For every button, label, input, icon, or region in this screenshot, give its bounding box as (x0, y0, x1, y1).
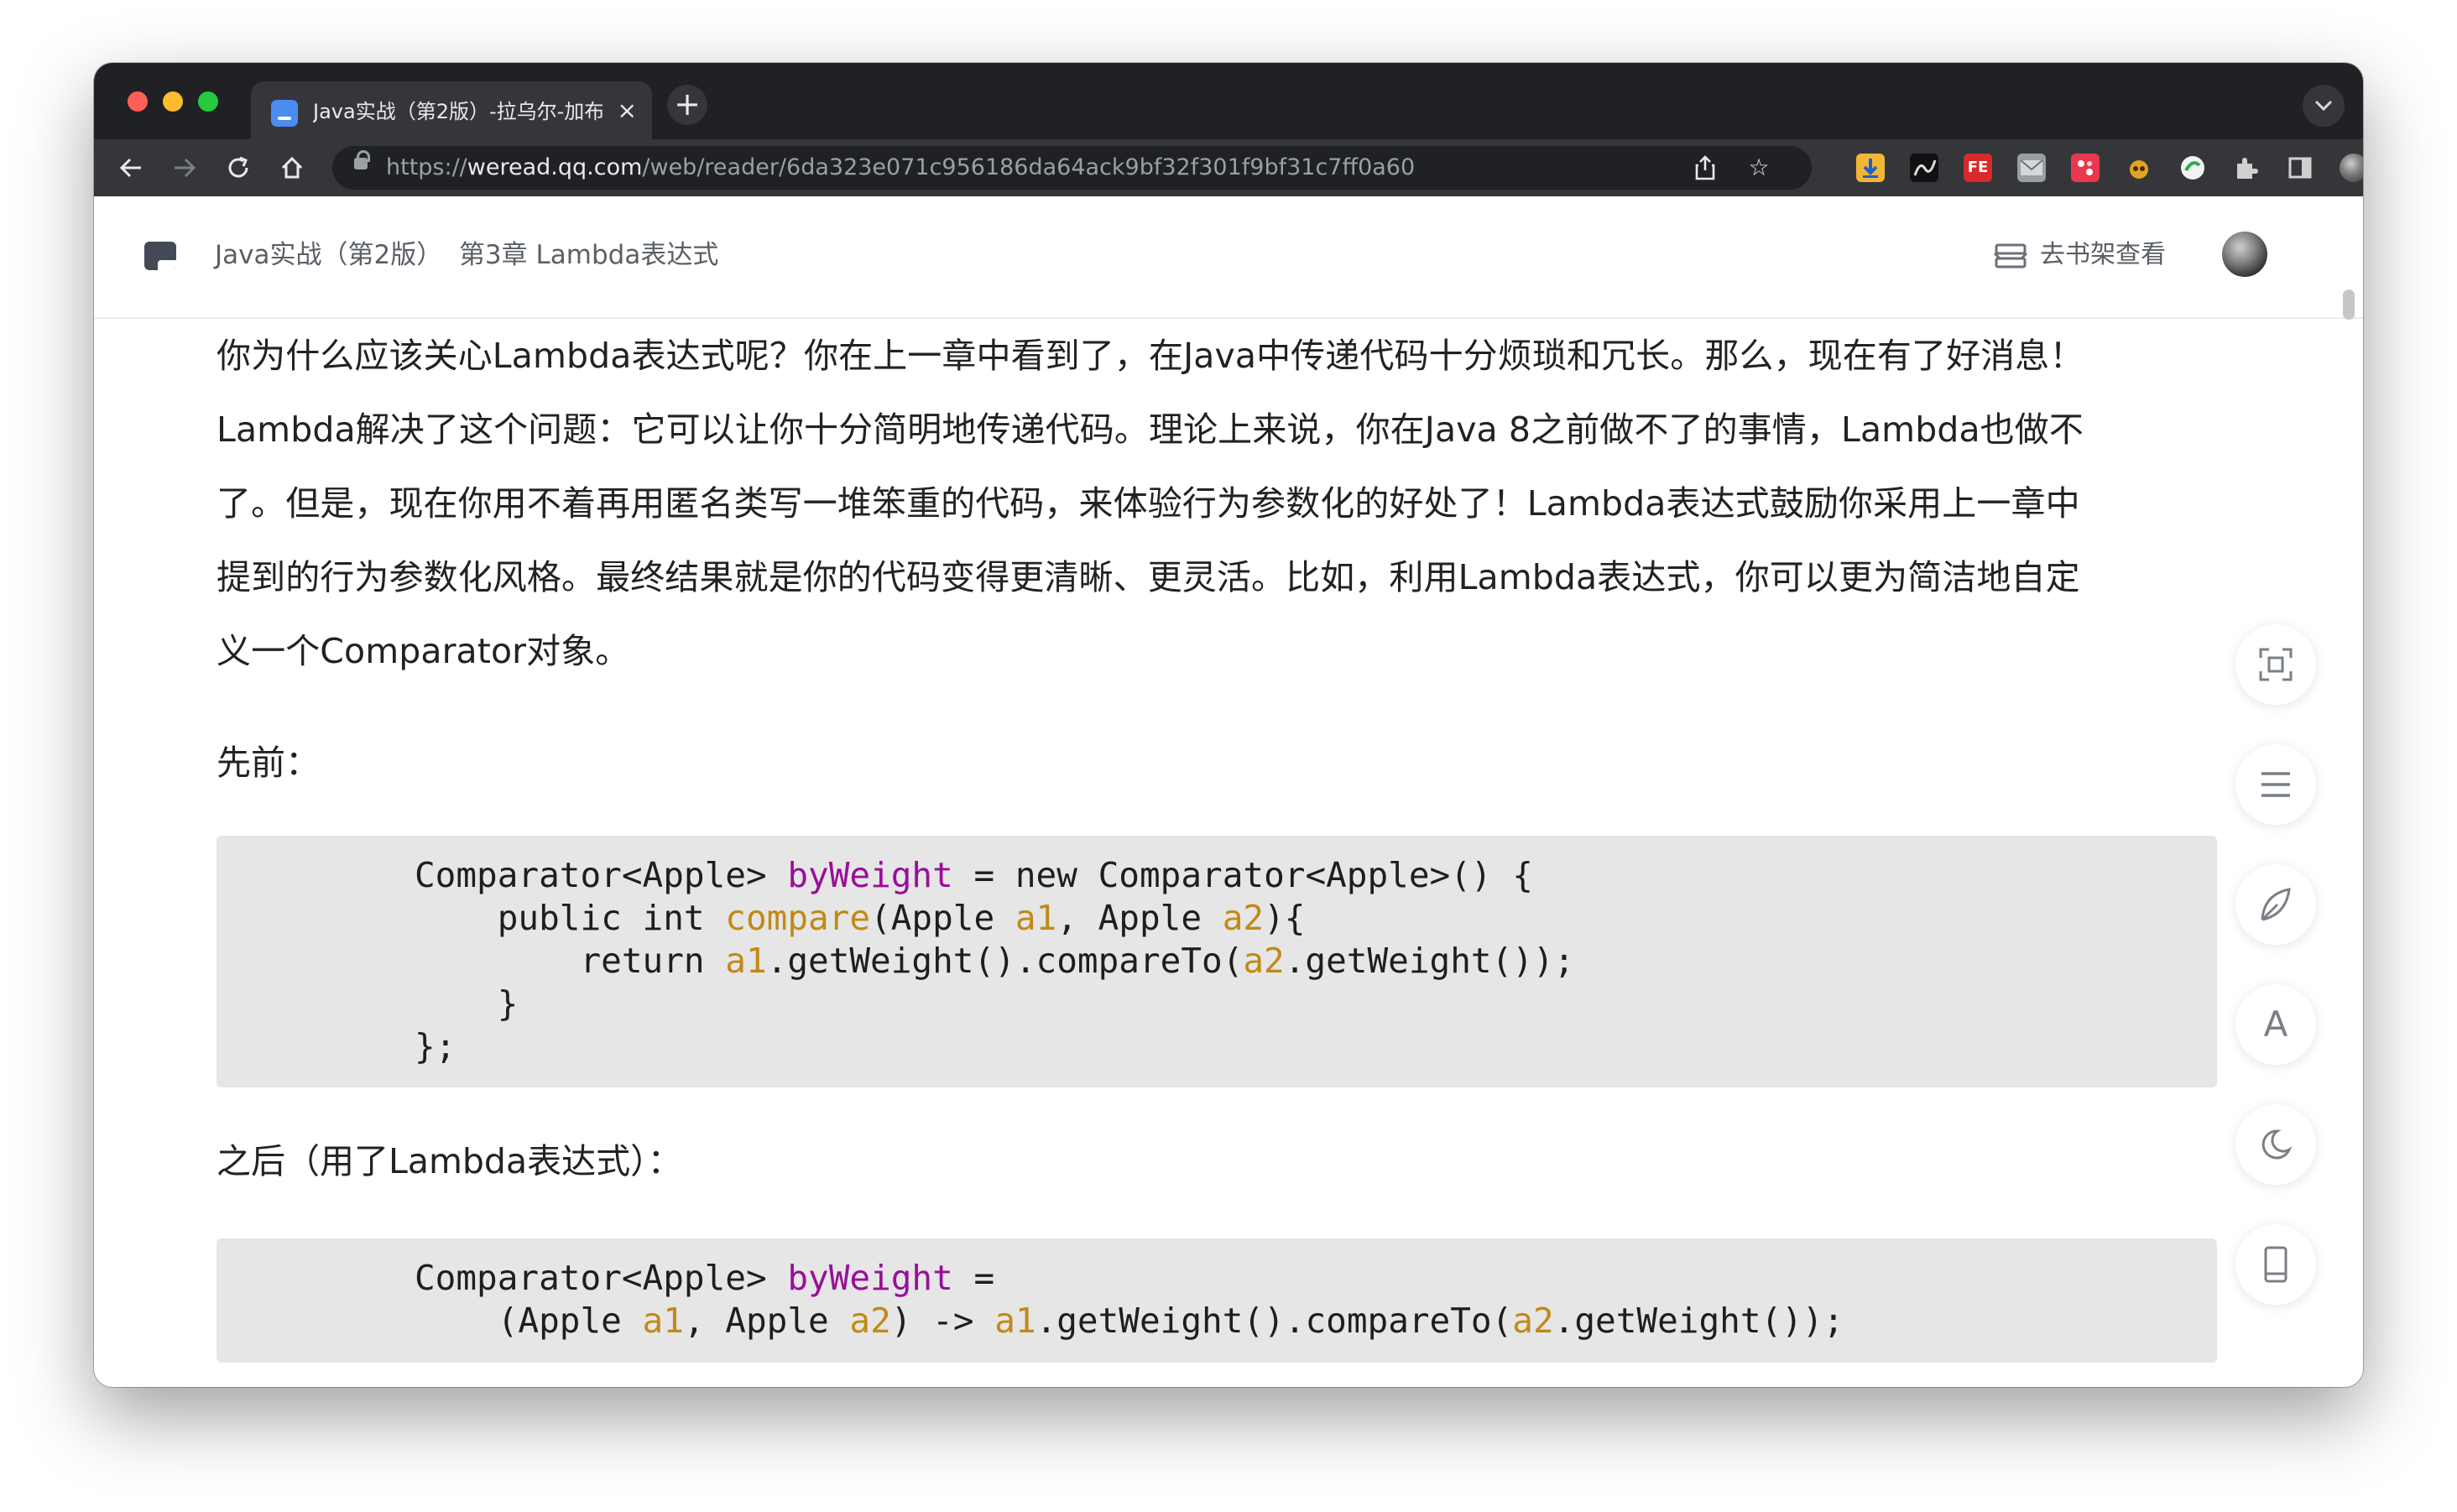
code-line: public int compare(Apple a1, Apple a2){ (415, 898, 1306, 938)
share-icon[interactable] (1690, 153, 1720, 183)
chevron-down-icon (2314, 100, 2333, 112)
sidebar-icon[interactable] (2286, 154, 2314, 182)
code-line: (Apple a1, Apple a2) -> a1.getWeight().c… (415, 1301, 1844, 1341)
table-of-contents-icon (2261, 772, 2290, 797)
close-window-button[interactable] (128, 91, 148, 112)
fullscreen-icon (2259, 648, 2293, 681)
close-tab-icon[interactable]: × (618, 96, 637, 125)
lock-icon (354, 150, 370, 169)
puzzle-icon[interactable] (2232, 154, 2261, 182)
tab-search-button[interactable] (2303, 85, 2345, 127)
mail-icon[interactable] (2017, 154, 2046, 182)
article-body: 你为什么应该关心Lambda表达式呢？你在上一章中看到了，在Java中传递代码十… (216, 319, 2217, 688)
notes-icon (2261, 888, 2291, 921)
paragraph-line: 提到的行为参数化风格。最终结果就是你的代码变得更清晰、更灵活。比如，利用Lamb… (216, 557, 2080, 597)
download-icon[interactable] (1856, 154, 1885, 182)
fe-helper-icon[interactable]: FE (1964, 154, 1992, 182)
reload-icon (228, 156, 248, 178)
book-title[interactable]: Java实战（第2版） (215, 240, 442, 270)
code-line: Comparator<Apple> byWeight = (415, 1258, 995, 1298)
code-label-after: 之后（用了Lambda表达式）： (216, 1141, 682, 1181)
phone-icon (2264, 1246, 2287, 1283)
chapter-title: 第3章 Lambda表达式 (458, 240, 719, 270)
reader-logo-icon[interactable] (144, 242, 176, 270)
bookshelf-label: 去书架查看 (2040, 240, 2166, 269)
breadcrumb: Java实战（第2版） 第3章 Lambda表达式 (215, 238, 718, 272)
red-square-extension-icon[interactable] (2071, 154, 2100, 182)
paragraph-line: Lambda解决了这个问题：它可以让你十分简明地传递代码。理论上来说，你在Jav… (216, 409, 2084, 450)
back-button[interactable] (112, 149, 149, 186)
code-label-before: 先前： (216, 743, 320, 783)
code-line: Comparator<Apple> byWeight = new Compara… (415, 855, 1533, 895)
tab-bar: Java实战（第2版）-拉乌尔-加布 × + (94, 63, 2363, 139)
phone-reading-button[interactable] (2235, 1224, 2316, 1305)
profile-avatar[interactable] (2340, 154, 2363, 182)
font-icon: A (2263, 1004, 2288, 1045)
tab-title: Java实战（第2版）-拉乌尔-加布 (313, 100, 603, 123)
dark-mode-button[interactable] (2235, 1104, 2316, 1185)
code-block-after: Comparator<Apple> byWeight = (Apple a1, … (216, 1238, 2217, 1363)
reload-button[interactable] (220, 149, 257, 186)
user-avatar[interactable] (2222, 232, 2267, 277)
fullscreen-button[interactable] (2235, 624, 2316, 705)
home-button[interactable] (274, 149, 310, 186)
code-line: return a1.getWeight().compareTo(a2.getWe… (415, 941, 1575, 981)
code-block-before: Comparator<Apple> byWeight = new Compara… (216, 836, 2217, 1087)
forward-arrow-icon (175, 158, 196, 178)
reader-header: Java实战（第2版） 第3章 Lambda表达式 去书架查看 (94, 196, 2363, 319)
browser-toolbar: https://weread.qq.com/web/reader/6da323e… (94, 139, 2363, 196)
new-tab-button[interactable]: + (667, 85, 707, 125)
paragraph-line: 了。但是，现在你用不着再用匿名类写一堆笨重的代码，来体验行为参数化的好处了！La… (216, 483, 2080, 524)
home-icon (281, 156, 303, 179)
minimize-window-button[interactable] (163, 91, 183, 112)
traffic-lights (128, 91, 218, 112)
code-line: } (415, 983, 519, 1024)
back-arrow-icon (119, 158, 141, 178)
monkey-icon[interactable] (2125, 154, 2153, 182)
green-circle-icon[interactable] (2178, 154, 2207, 182)
gesture-extension-icon[interactable] (1910, 154, 1938, 182)
address-bar[interactable]: https://weread.qq.com/web/reader/6da323e… (332, 146, 1812, 190)
browser-tab[interactable]: Java实战（第2版）-拉乌尔-加布 × (251, 81, 652, 139)
weread-icon (271, 100, 298, 127)
paragraph-line: 义一个Comparator对象。 (216, 631, 630, 671)
font-settings-button[interactable]: A (2235, 984, 2316, 1065)
code-line: }; (415, 1026, 456, 1066)
browser-window: Java实战（第2版）-拉乌尔-加布 × + https://weread.qq… (94, 63, 2363, 1387)
maximize-window-button[interactable] (198, 91, 218, 112)
bookmark-star-icon[interactable]: ☆ (1744, 153, 1774, 183)
bookshelf-icon (1993, 243, 2028, 269)
table-of-contents-button[interactable] (2235, 744, 2316, 825)
notes-button[interactable] (2235, 864, 2316, 945)
forward-button[interactable] (166, 149, 203, 186)
dark-mode-icon (2261, 1129, 2293, 1160)
scrollbar-thumb[interactable] (2343, 289, 2355, 320)
url-text: https://weread.qq.com/web/reader/6da323e… (386, 154, 1416, 180)
paragraph-line: 你为什么应该关心Lambda表达式呢？你在上一章中看到了，在Java中传递代码十… (216, 336, 2084, 376)
